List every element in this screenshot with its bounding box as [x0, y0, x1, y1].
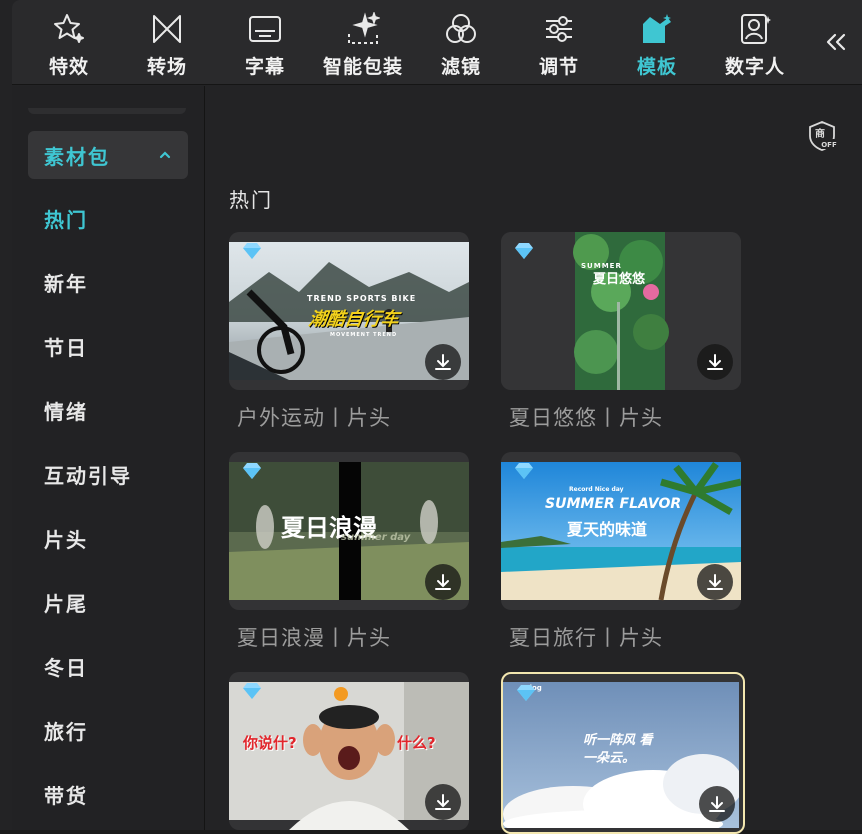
template-card-summer-travel[interactable]: Record Nice day SUMMER FLAVOR 夏天的味道	[501, 452, 741, 610]
download-icon[interactable]	[425, 564, 461, 600]
bowtie-transition-icon	[150, 12, 184, 46]
premium-diamond-icon	[513, 462, 535, 484]
sidebar-item-emotion[interactable]: 情绪	[44, 396, 88, 425]
toolbar-item-digital-human[interactable]: 数字人	[707, 0, 803, 84]
download-icon[interactable]	[425, 344, 461, 380]
toolbar-label: 智能包装	[322, 56, 403, 78]
template-card-clouds[interactable]: vlog 听一阵风 看一朵云。	[501, 672, 745, 834]
toolbar-item-filters[interactable]: 滤镜	[413, 0, 509, 84]
toolbar-label: 特效	[48, 56, 89, 78]
chevron-up-icon	[158, 147, 172, 166]
toolbar-label: 模板	[636, 56, 677, 78]
sliders-icon	[542, 12, 576, 46]
template-caption: 夏日旅行丨片头	[509, 626, 663, 650]
double-chevron-left-icon[interactable]	[824, 28, 848, 56]
toolbar-label: 字幕	[244, 56, 285, 78]
download-icon[interactable]	[699, 786, 735, 822]
toolbar-label: 调节	[538, 56, 579, 78]
section-title: 热门	[229, 188, 273, 212]
overlay-left: 你说什?	[243, 734, 297, 752]
toolbar-label: 滤镜	[440, 56, 481, 78]
toolbar-item-templates[interactable]: 模板	[609, 0, 705, 84]
star-sparkle-icon	[52, 12, 86, 46]
toolbar-label: 转场	[146, 56, 187, 78]
sidebar-item-ecommerce[interactable]: 带货	[44, 780, 88, 809]
toolbar-item-adjust[interactable]: 调节	[511, 0, 607, 84]
sidebar-item-festival[interactable]: 节日	[44, 332, 88, 361]
toolbar-item-effects[interactable]: 特效	[21, 0, 117, 84]
template-card-outdoor[interactable]: TREND SPORTS BIKE 潮酷自行车 MOVEMENT TREND	[229, 232, 469, 390]
toolbar-item-subtitles[interactable]: 字幕	[217, 0, 313, 84]
template-card-reaction[interactable]: 你说什? 什么?	[229, 672, 469, 830]
sidebar-item-ending[interactable]: 片尾	[44, 588, 88, 617]
sidebar-group-label: 素材包	[44, 144, 110, 169]
top-toolbar: 特效 转场 字幕 智能包装 滤镜 调节 模板 数字人	[12, 0, 862, 85]
premium-diamond-icon	[241, 682, 263, 704]
premium-diamond-icon	[241, 242, 263, 264]
filter-circles-icon	[444, 12, 478, 46]
overlay-right: 什么?	[397, 734, 436, 752]
digital-human-icon	[738, 12, 772, 46]
template-caption: 夏日浪漫丨片头	[237, 626, 391, 650]
overlay-cn: 听一阵风 看一朵云。	[583, 733, 653, 766]
overlay-cn: 潮酷自行车	[307, 309, 401, 330]
sidebar-item-new-year[interactable]: 新年	[44, 268, 88, 297]
sidebar-group-material-pack[interactable]: 素材包	[28, 131, 188, 179]
template-card-summer-romance[interactable]: 夏日浪漫 summer day	[229, 452, 469, 610]
overlay-sub: MOVEMENT TREND	[330, 332, 398, 338]
sidebar-item-travel[interactable]: 旅行	[44, 716, 88, 745]
template-caption: 夏日悠悠丨片头	[509, 406, 663, 430]
overlay-en: SUMMER FLAVOR	[545, 496, 682, 512]
sidebar-item-interaction[interactable]: 互动引导	[44, 460, 132, 489]
template-panel: 商 OFF 热门 TREND SPORTS BIKE 潮酷自行车 MOVEMEN…	[205, 86, 862, 834]
sidebar-item-hot[interactable]: 热门	[44, 204, 88, 233]
commercial-badge-text: 商	[815, 127, 825, 140]
toolbar-item-smart-package[interactable]: 智能包装	[315, 0, 411, 84]
toolbar-label: 数字人	[724, 56, 785, 78]
download-icon[interactable]	[425, 784, 461, 820]
sidebar-item-opening[interactable]: 片头	[44, 524, 88, 553]
download-icon[interactable]	[697, 344, 733, 380]
toolbar-item-transitions[interactable]: 转场	[119, 0, 215, 84]
subtitle-icon	[248, 12, 282, 46]
overlay-cn: 夏天的味道	[567, 520, 648, 539]
commercial-badge-off: OFF	[821, 141, 837, 149]
commercial-off-icon[interactable]: 商 OFF	[806, 120, 838, 152]
magic-package-icon	[346, 12, 380, 46]
sidebar-item-winter[interactable]: 冬日	[44, 652, 88, 681]
premium-diamond-icon	[515, 684, 537, 706]
template-card-summer-leisure[interactable]: SUMMER 夏日悠悠	[501, 232, 741, 390]
download-icon[interactable]	[697, 564, 733, 600]
template-caption: 户外运动丨片头	[237, 406, 391, 430]
category-sidebar: 素材包 热门 新年 节日 情绪 互动引导 片头 片尾 冬日 旅行 带货	[12, 86, 205, 830]
overlay-small: Record Nice day	[569, 486, 624, 493]
app-window: 特效 转场 字幕 智能包装 滤镜 调节 模板 数字人 素材包 热门 新年 节日 …	[0, 0, 862, 834]
overlay-en: TREND SPORTS BIKE	[307, 294, 417, 303]
overlay-cn: 夏日悠悠	[593, 272, 646, 287]
overlay-script: summer day	[341, 532, 411, 543]
template-box-icon	[640, 12, 674, 46]
premium-diamond-icon	[241, 462, 263, 484]
premium-diamond-icon	[513, 242, 535, 264]
scroll-edge	[28, 108, 186, 114]
